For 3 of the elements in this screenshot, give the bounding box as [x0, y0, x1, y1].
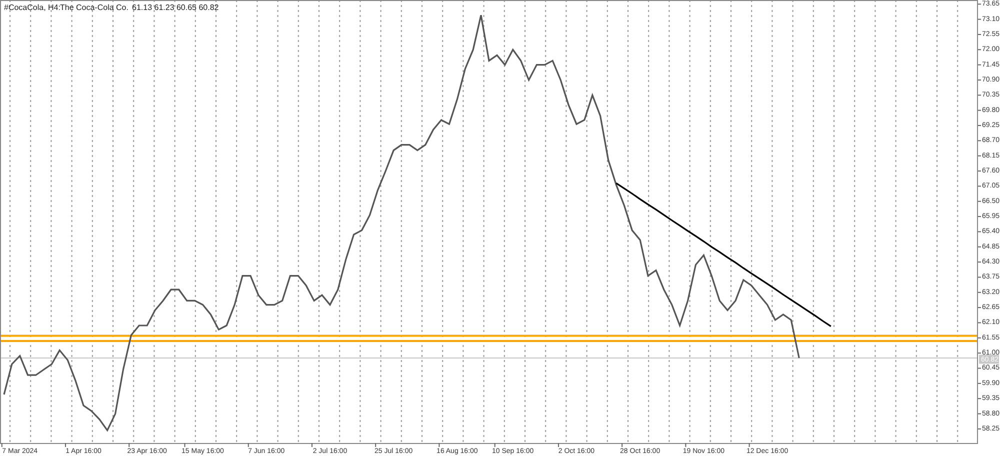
symbol-label: #CocaCola, H4:	[4, 3, 60, 12]
ohlc-quotes: 61.13 61.23 60.65 60.82	[132, 3, 219, 12]
instrument-name: The Coca-Cola Co.	[60, 3, 128, 12]
